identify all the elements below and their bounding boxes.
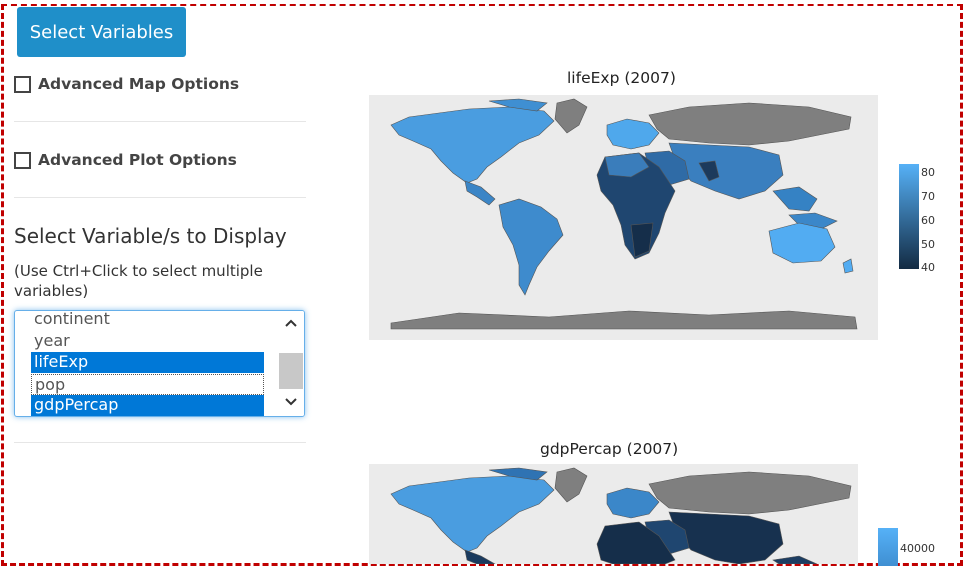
legend-tick: 60	[921, 214, 935, 227]
advanced-map-options-label[interactable]: Advanced Map Options	[38, 75, 239, 93]
listbox-option-gdppercap[interactable]: gdpPercap	[31, 395, 264, 416]
variable-listbox[interactable]: continent year lifeExp pop gdpPercap	[14, 310, 305, 417]
divider	[14, 197, 306, 198]
gdppercap-map-title: gdpPercap (2007)	[540, 440, 679, 458]
listbox-option-pop[interactable]: pop	[31, 374, 264, 395]
select-variables-help: (Use Ctrl+Click to select multiple varia…	[14, 262, 263, 300]
listbox-option-lifeexp[interactable]: lifeExp	[31, 352, 264, 373]
listbox-option-year[interactable]: year	[31, 331, 264, 352]
lifeexp-map-title: lifeExp (2007)	[567, 69, 676, 87]
advanced-plot-options-checkbox[interactable]	[14, 151, 31, 169]
lifeexp-world-map	[369, 95, 878, 340]
select-variables-heading: Select Variable/s to Display	[14, 224, 287, 248]
divider	[14, 121, 306, 122]
legend-tick: 40	[921, 261, 935, 274]
legend-tick: 70	[921, 190, 935, 203]
lifeexp-legend-bar	[899, 164, 919, 269]
world-map-image	[390, 467, 852, 564]
world-map-image	[390, 98, 858, 330]
select-variables-button[interactable]: Select Variables	[17, 7, 186, 57]
legend-tick: 80	[921, 166, 935, 179]
advanced-plot-options-row[interactable]: Advanced Plot Options	[14, 151, 237, 169]
listbox-option-continent[interactable]: continent	[31, 311, 264, 330]
gdppercap-legend-bar	[878, 528, 898, 566]
scrollbar-thumb[interactable]	[279, 353, 303, 389]
scroll-up-icon[interactable]	[282, 315, 300, 333]
scroll-down-icon[interactable]	[282, 394, 300, 412]
listbox-scrollbar[interactable]	[278, 311, 304, 416]
advanced-map-options-row[interactable]: Advanced Map Options	[14, 75, 239, 93]
divider	[14, 442, 306, 443]
advanced-map-options-checkbox[interactable]	[14, 75, 31, 93]
gdppercap-world-map	[369, 464, 858, 564]
legend-tick: 40000	[900, 542, 935, 555]
legend-tick: 50	[921, 238, 935, 251]
advanced-plot-options-label[interactable]: Advanced Plot Options	[38, 151, 237, 169]
